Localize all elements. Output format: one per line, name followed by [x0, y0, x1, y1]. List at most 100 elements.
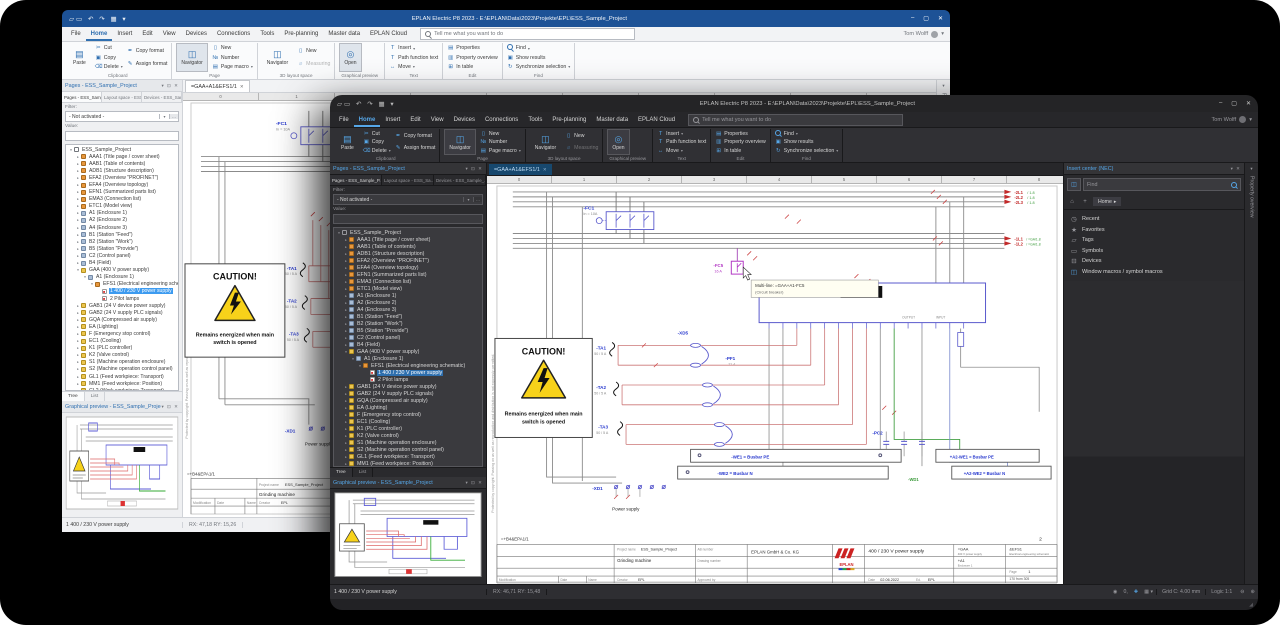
quick-access-toolbar[interactable]: ▱▭ ↶ ↷ ▦ ▾ — [337, 100, 396, 108]
tree-item[interactable]: ▾EFS1 (Electrical engineering schematic) — [334, 362, 482, 369]
ribbon-paste[interactable]: ▤Paste — [68, 43, 91, 72]
ribbon-show-results[interactable]: ▣Show results — [507, 54, 570, 62]
schematic-canvas[interactable]: Protected by copyright. Passing on as we… — [487, 184, 1063, 584]
tree-item[interactable]: ▸EMA3 (Connection list) — [66, 196, 178, 203]
menu-tab-devices[interactable]: Devices — [181, 27, 212, 41]
tree-item[interactable]: ▸ADB1 (Structure description) — [334, 250, 482, 257]
ribbon-path-function-text[interactable]: TPath function text — [657, 138, 706, 146]
ribbon-new[interactable]: ▯New — [297, 47, 330, 55]
tree-item[interactable]: ▸GAB2 (24 V supply PLC signals) — [66, 309, 178, 316]
ribbon-copy[interactable]: ▣Copy — [95, 54, 123, 62]
tree-item[interactable]: ▸AAB1 (Table of contents) — [66, 160, 178, 167]
tree-item[interactable]: ▸C2 (Control panel) — [66, 252, 178, 259]
busbar-a2we2[interactable]: +A2-WE2 = Busbar N — [952, 466, 1051, 479]
ribbon-insert[interactable]: TInsert▾ — [389, 44, 438, 52]
close-icon[interactable]: ✕ — [240, 84, 244, 90]
preview-panel-header[interactable]: Graphical preview - ESS_Sample_Project ▾… — [330, 477, 486, 489]
tree-item[interactable]: ▸ETC1 (Model view) — [334, 285, 482, 292]
tree-item[interactable]: ▸EFA2 (Overview "PROFINET") — [66, 174, 178, 181]
tree-item[interactable]: ▸B1 (Station "Feed") — [334, 313, 482, 320]
preview-panel-header[interactable]: Graphical preview - ESS_Sample_Project ▾… — [62, 401, 182, 413]
ribbon-open[interactable]: ◎Open — [607, 129, 629, 155]
tree-item[interactable]: ▸S1 (Machine operation enclosure) — [334, 439, 482, 446]
tree-item[interactable]: 2 Pilot lamps — [334, 376, 482, 383]
menu-tab-eplan-cloud[interactable]: EPLAN Cloud — [633, 112, 680, 127]
tree-item[interactable]: ▸A2 (Enclosure 2) — [66, 217, 178, 224]
ribbon-cut[interactable]: ✂Cut — [363, 130, 391, 138]
tab-tree[interactable]: Tree — [62, 392, 85, 401]
terminal-xd1[interactable]: -XD1 Power supply — [592, 485, 665, 512]
status-grid[interactable]: Grid C: 4.00 mm — [1156, 589, 1205, 595]
filter-dropdown[interactable]: - Not activated -▾… — [333, 194, 483, 205]
ribbon-number[interactable]: №Number — [480, 138, 521, 146]
tree-item[interactable]: ▸GQA (Compressed air supply) — [334, 397, 482, 404]
ribbon-path-function-text[interactable]: TPath function text — [389, 54, 438, 62]
tree-item[interactable]: ▸A1 (Enclosure 1) — [334, 292, 482, 299]
chevron-down-icon[interactable]: ▾ — [463, 197, 473, 202]
menu-tab-master-data[interactable]: Master data — [323, 27, 365, 41]
tree-item[interactable]: ▸EC1 (Cooling) — [334, 418, 482, 425]
user-account[interactable]: Tom Wolff▾ — [904, 31, 944, 38]
ribbon-synchronize-selection[interactable]: ↻Synchronize selection▾ — [507, 63, 570, 71]
filter-dropdown[interactable]: - Not activated -▾… — [65, 111, 179, 122]
right-dock-strip[interactable]: ▾ Property overview — [1244, 163, 1258, 584]
menu-tab-edit[interactable]: Edit — [405, 112, 425, 127]
tab-list[interactable]: List — [353, 468, 373, 477]
tree-item[interactable]: ▾A1 (Enclosure 1) — [66, 274, 178, 281]
menu-tab-home[interactable]: Home — [354, 112, 381, 127]
close-icon[interactable]: ✕ — [543, 167, 547, 173]
menu-tab-view[interactable]: View — [426, 112, 449, 127]
tellme-search[interactable]: Tell me what you want to do — [420, 28, 635, 40]
tree-item[interactable]: ▸AAA1 (Title page / cover sheet) — [66, 153, 178, 160]
tree-item[interactable]: ▸S1 (Machine operation enclosure) — [66, 359, 178, 366]
status-logic[interactable]: Logic 1:1 — [1205, 589, 1237, 595]
ribbon-properties[interactable]: ▤Properties — [715, 130, 766, 138]
chevron-down-icon[interactable]: ▾ — [942, 83, 944, 89]
tree-item[interactable]: ▸B4 (Field) — [334, 341, 482, 348]
panel-tab-devices-ess-sample[interactable]: Devices - ESS_Sample_... — [142, 92, 182, 102]
chevron-down-icon[interactable]: ▾ — [159, 114, 169, 119]
panel-controls[interactable]: ▾ ⊡ ✕ — [465, 480, 483, 486]
ribbon-show-results[interactable]: ▣Show results — [775, 138, 838, 146]
ribbon-cut[interactable]: ✂Cut — [95, 44, 123, 52]
value-input[interactable] — [65, 131, 179, 141]
panel-tab-devices-ess-sample[interactable]: Devices - ESS_Sample_... — [434, 175, 486, 185]
tree-item[interactable]: ▸EFA2 (Overview "PROFINET") — [334, 257, 482, 264]
tree-item[interactable]: ▸K2 (Valve control) — [334, 432, 482, 439]
tree-item[interactable]: ▾ESS_Sample_Project — [66, 146, 178, 153]
ribbon-new[interactable]: ▯New — [480, 130, 521, 138]
tree-item[interactable]: ▾A1 (Enclosure 1) — [334, 355, 482, 362]
menu-tab-insert[interactable]: Insert — [112, 27, 137, 41]
tree-item[interactable]: ▸S2 (Machine operation control panel) — [334, 446, 482, 453]
tree-item[interactable]: ▸MM1 (Feed workpiece: Position) — [66, 380, 178, 387]
ribbon-properties[interactable]: ▤Properties — [447, 44, 498, 52]
tree-item[interactable]: ▾GAA (400 V power supply) — [66, 267, 178, 274]
insert-item-symbols[interactable]: ▭Symbols — [1066, 246, 1242, 257]
tree-item[interactable]: ▸EA (Lighting) — [66, 323, 178, 330]
ribbon-property-overview[interactable]: ▥Property overview — [447, 54, 498, 62]
close-button[interactable]: ✕ — [1246, 100, 1251, 107]
menu-tab-edit[interactable]: Edit — [137, 27, 157, 41]
ribbon-assign-format[interactable]: ✎Assign format — [395, 144, 436, 152]
titlebar[interactable]: ▱▭ ↶ ↷ ▦ ▾ EPLAN Electric P8 2023 - E:\E… — [62, 10, 950, 27]
browse-button[interactable]: … — [473, 197, 482, 202]
tree-item[interactable]: ▸GL1 (Feed workpiece: Transport) — [334, 453, 482, 460]
tree-item[interactable]: 2 Pilot lamps — [66, 295, 178, 302]
ribbon-property-overview[interactable]: ▥Property overview — [715, 138, 766, 146]
tab-list[interactable]: List — [85, 392, 105, 401]
panel-controls[interactable]: ▾ ⊡ ✕ — [161, 83, 179, 89]
ribbon-copy[interactable]: ▣Copy — [363, 138, 391, 146]
tree-item[interactable]: ▸B2 (Station "Work") — [334, 320, 482, 327]
zoom-in-icon[interactable]: ⊕ — [1248, 589, 1258, 595]
menu-tab-pre-planning[interactable]: Pre-planning — [279, 27, 323, 41]
tree-item[interactable]: ▸GAB2 (24 V supply PLC signals) — [334, 390, 482, 397]
ribbon-copy-format[interactable]: ✒Copy format — [127, 47, 168, 55]
ribbon-move[interactable]: ↔Move▾ — [389, 63, 438, 71]
tree-item[interactable]: ▸EC1 (Cooling) — [66, 338, 178, 345]
ribbon-measuring[interactable]: ⌀Measuring — [297, 60, 330, 68]
add-icon[interactable]: + — [1080, 199, 1090, 205]
device-ta1[interactable]: -TA1 50 / 5 A — [285, 263, 305, 277]
tree-item[interactable]: ▸AAB1 (Table of contents) — [334, 243, 482, 250]
menu-tab-master-data[interactable]: Master data — [591, 112, 633, 127]
ribbon-find[interactable]: Find▾ — [507, 44, 570, 52]
